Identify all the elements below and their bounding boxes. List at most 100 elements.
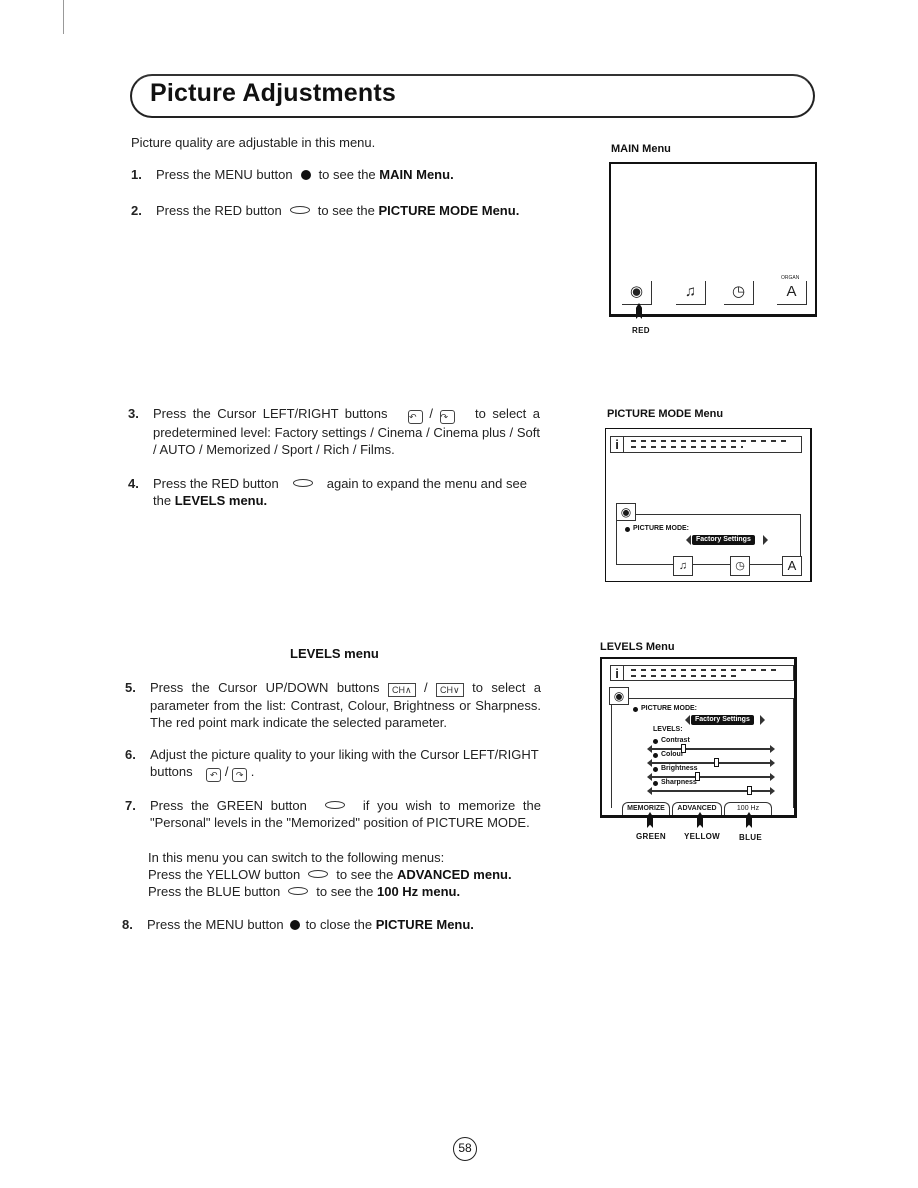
level-label: Sharpness <box>661 779 697 786</box>
levels-menu-label: LEVELS Menu <box>600 641 675 653</box>
blue-line: Press the BLUE button to see the 100 Hz m… <box>148 883 548 900</box>
dash-line <box>631 446 743 448</box>
red-label: RED <box>632 326 650 335</box>
dash-line <box>631 669 781 671</box>
step-text: to see the <box>317 203 375 218</box>
step-bold: ADVANCED menu. <box>396 867 512 882</box>
info-bar: i <box>610 665 794 681</box>
picture-mode-label: PICTURE MODE Menu <box>607 408 724 420</box>
levels-heading: LEVELS menu <box>290 646 379 661</box>
green-label: GREEN <box>636 832 666 841</box>
step-text: . <box>250 764 255 779</box>
intro-text: Picture quality are adjustable in this m… <box>131 135 376 150</box>
slider-handle[interactable] <box>747 786 753 795</box>
green-button-icon <box>324 801 345 809</box>
slider-track <box>651 790 771 792</box>
slider-right-arrow-icon <box>770 773 775 781</box>
step-bold: MAIN Menu. <box>379 167 454 182</box>
separator: / <box>429 406 434 421</box>
channel-down-icon: CH∨ <box>436 683 464 697</box>
features-clock-icon: ◷ <box>724 281 754 305</box>
levels-menu-figure: i ◉ PICTURE MODE: Factory Settings LEVEL… <box>600 657 797 818</box>
bullet-icon <box>653 781 658 786</box>
separator: / <box>224 764 229 779</box>
margin-line <box>63 0 64 34</box>
red-button-icon <box>292 479 313 487</box>
dash-line <box>631 440 791 442</box>
bullet-icon <box>625 527 630 532</box>
picture-eye-icon: ◉ <box>616 503 636 521</box>
step-text: Press the RED button <box>153 476 279 491</box>
separator: / <box>423 680 428 695</box>
level-label: Colour <box>661 751 684 758</box>
install-antenna-icon: A <box>782 556 802 576</box>
level-label: Contrast <box>661 737 690 744</box>
step-number: 4. <box>128 476 139 491</box>
picture-mode-value: Factory Settings <box>692 535 755 545</box>
info-icon: i <box>610 436 624 453</box>
step-number: 5. <box>125 680 136 695</box>
bullet-icon <box>653 767 658 772</box>
cursor-right-icon: ↷ <box>232 768 248 782</box>
left-arrow-icon <box>686 535 691 545</box>
step-text: to see the <box>336 867 394 882</box>
level-label: Brightness <box>661 765 698 772</box>
picture-mode-field: PICTURE MODE: <box>633 525 689 532</box>
sound-note-icon: ♫ <box>673 556 693 576</box>
title-banner: Picture Adjustments <box>130 74 815 118</box>
step-text: Press the BLUE button <box>148 884 281 899</box>
main-menu-label: MAIN Menu <box>611 143 671 155</box>
yellow-line: Press the YELLOW button to see the ADVANC… <box>148 866 548 883</box>
right-arrow-icon <box>763 535 768 545</box>
dash-line <box>631 675 741 677</box>
step-number: 7. <box>125 798 136 813</box>
slider-right-arrow-icon <box>770 745 775 753</box>
menu-button-icon <box>300 170 311 180</box>
bullet-icon <box>653 739 658 744</box>
step-text: Press the YELLOW button <box>148 867 301 882</box>
features-clock-icon: ◷ <box>730 556 750 576</box>
bullet-icon <box>633 707 638 712</box>
advanced-tab[interactable]: ADVANCED <box>672 802 722 815</box>
step-text: Press the Cursor LEFT/RIGHT buttons <box>153 406 388 421</box>
step-text: to see the <box>316 884 374 899</box>
bullet-icon <box>653 753 658 758</box>
step-text: to close the <box>305 917 373 932</box>
right-arrow-icon <box>760 715 765 725</box>
slider-track <box>651 748 771 750</box>
step-text: Press the MENU button <box>156 167 293 182</box>
main-menu-figure: ◉ ♫ ◷ ORGAN A <box>609 162 817 317</box>
sound-note-icon: ♫ <box>676 281 706 305</box>
step-text: to see the <box>318 167 376 182</box>
picture-mode-figure: i ◉ PICTURE MODE: Factory Settings ♫ ◷ A <box>605 428 812 582</box>
levels-label: LEVELS: <box>653 726 683 733</box>
step-number: 8. <box>122 917 133 932</box>
left-arrow-icon <box>685 715 690 725</box>
step-bold: PICTURE Menu. <box>375 917 474 932</box>
step-bold: LEVELS menu. <box>174 493 268 508</box>
channel-up-icon: CH∧ <box>387 683 416 697</box>
step-text: Press the MENU button <box>147 917 284 932</box>
picture-mode-field: PICTURE MODE: <box>641 705 697 712</box>
level-slider[interactable] <box>647 786 775 795</box>
step-text: Press the GREEN button <box>150 798 307 813</box>
red-button-icon <box>289 206 310 214</box>
picture-eye-icon: ◉ <box>609 687 629 705</box>
step-number: 2. <box>131 203 142 218</box>
memorize-tab[interactable]: MEMORIZE <box>622 802 670 815</box>
blue-label: BLUE <box>739 833 762 842</box>
page-title: Picture Adjustments <box>150 79 396 107</box>
step-text: Press the Cursor UP/DOWN buttons <box>150 680 380 695</box>
slider-handle[interactable] <box>714 758 720 767</box>
slider-right-arrow-icon <box>770 787 775 795</box>
step-number: 6. <box>125 747 136 762</box>
100hz-tab[interactable]: 100 Hz <box>724 802 772 815</box>
slider-track <box>651 762 771 764</box>
install-icon-text: ORGAN <box>781 275 800 281</box>
picture-mode-value: Factory Settings <box>691 715 754 725</box>
step-bold: PICTURE MODE Menu. <box>378 203 520 218</box>
menu-button-icon <box>289 920 300 930</box>
switch-note-intro: In this menu you can switch to the follo… <box>148 850 445 865</box>
slider-right-arrow-icon <box>770 759 775 767</box>
slider-track <box>651 776 771 778</box>
